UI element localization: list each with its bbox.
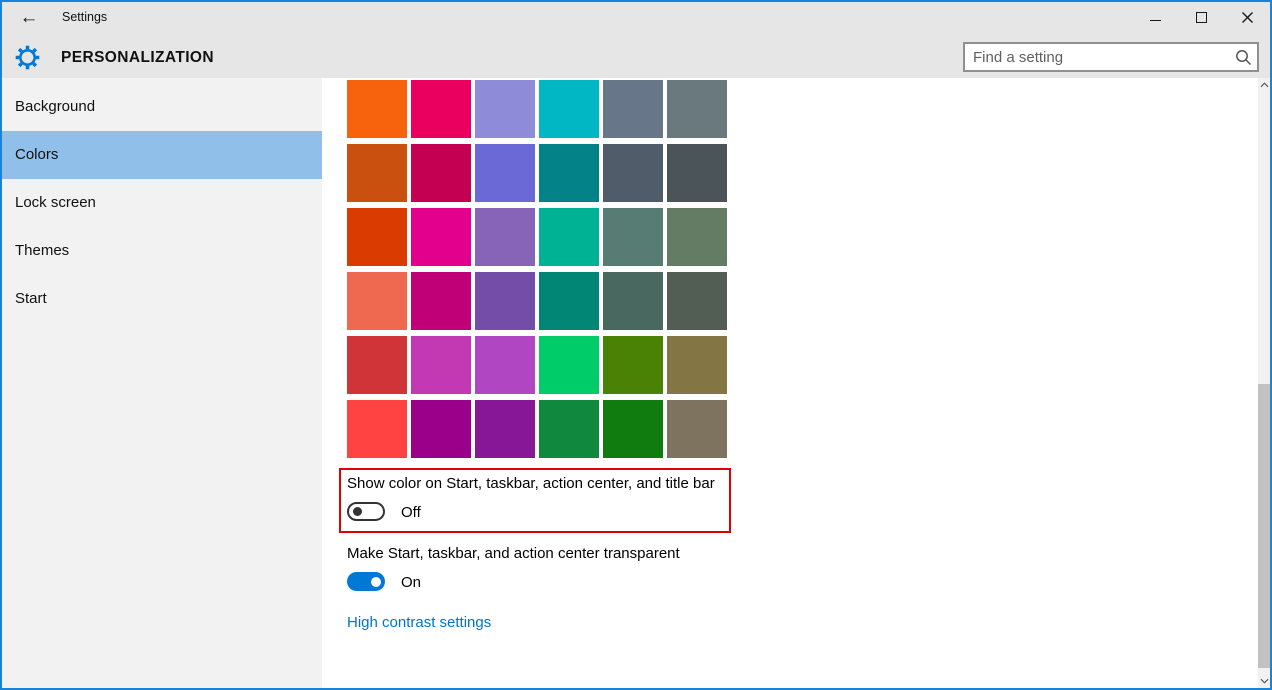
color-tile[interactable] <box>603 336 663 394</box>
search-icon[interactable] <box>1229 48 1257 67</box>
color-tile[interactable] <box>667 80 727 138</box>
color-tile[interactable] <box>347 400 407 458</box>
vertical-scrollbar[interactable] <box>1258 78 1270 688</box>
maximize-icon <box>1195 11 1207 23</box>
chevron-up-icon <box>1259 82 1269 88</box>
main-content: Show color on Start, taskbar, action cen… <box>322 78 1259 688</box>
toggle-knob <box>353 507 362 516</box>
color-tile[interactable] <box>475 144 535 202</box>
sidebar-item-background[interactable]: Background <box>2 83 322 131</box>
color-tile[interactable] <box>539 400 599 458</box>
minimize-icon <box>1149 19 1161 21</box>
color-tile[interactable] <box>539 272 599 330</box>
sidebar-item-lock-screen[interactable]: Lock screen <box>2 179 322 227</box>
gear-icon <box>14 44 41 76</box>
color-tile[interactable] <box>347 208 407 266</box>
color-tile[interactable] <box>411 336 471 394</box>
color-tile[interactable] <box>603 208 663 266</box>
color-tile[interactable] <box>667 144 727 202</box>
color-tile[interactable] <box>603 144 663 202</box>
sidebar-item-start[interactable]: Start <box>2 275 322 323</box>
color-tile[interactable] <box>475 80 535 138</box>
color-tile[interactable] <box>667 400 727 458</box>
color-tile[interactable] <box>539 80 599 138</box>
color-tile[interactable] <box>475 336 535 394</box>
close-icon <box>1241 11 1253 23</box>
maximize-button[interactable] <box>1178 2 1224 32</box>
color-tile[interactable] <box>539 208 599 266</box>
color-tile[interactable] <box>347 272 407 330</box>
color-tile[interactable] <box>603 400 663 458</box>
transparency-label: Make Start, taskbar, and action center t… <box>347 545 680 562</box>
transparency-state: On <box>401 574 422 591</box>
color-tile[interactable] <box>411 208 471 266</box>
show-color-label: Show color on Start, taskbar, action cen… <box>347 475 715 492</box>
transparency-toggle[interactable] <box>347 572 385 591</box>
color-tile[interactable] <box>411 272 471 330</box>
back-button[interactable]: ← <box>12 4 46 32</box>
scroll-down-button[interactable] <box>1258 674 1270 688</box>
header: ← Settings PERSONALIZATION Find a settin… <box>2 2 1270 78</box>
search-input[interactable] <box>965 44 1229 70</box>
window-title: Settings <box>62 10 108 24</box>
color-tile[interactable] <box>411 144 471 202</box>
toggle-knob <box>371 576 381 587</box>
color-tile[interactable] <box>667 272 727 330</box>
color-tile[interactable] <box>603 80 663 138</box>
color-tile[interactable] <box>475 208 535 266</box>
close-button[interactable] <box>1224 2 1270 32</box>
color-tile[interactable] <box>411 400 471 458</box>
sidebar-item-themes[interactable]: Themes <box>2 227 322 275</box>
search-box <box>963 42 1259 72</box>
high-contrast-settings-link[interactable]: High contrast settings <box>347 614 491 631</box>
color-tile[interactable] <box>539 144 599 202</box>
color-tile[interactable] <box>603 272 663 330</box>
settings-window: ← Settings PERSONALIZATION Find a settin… <box>0 0 1272 690</box>
back-arrow-icon: ← <box>19 7 39 28</box>
color-tile[interactable] <box>539 336 599 394</box>
color-tile[interactable] <box>667 336 727 394</box>
scroll-up-button[interactable] <box>1258 78 1270 92</box>
caption-buttons <box>1132 2 1270 32</box>
sidebar-nav: Background Colors Lock screen Themes Start <box>2 78 322 688</box>
show-color-toggle[interactable] <box>347 502 385 521</box>
show-color-state: Off <box>401 504 421 521</box>
color-grid <box>347 80 727 458</box>
minimize-button[interactable] <box>1132 2 1178 32</box>
color-tile[interactable] <box>475 272 535 330</box>
sidebar-item-colors[interactable]: Colors <box>2 131 322 179</box>
page-title: PERSONALIZATION <box>61 49 214 66</box>
color-tile[interactable] <box>475 400 535 458</box>
color-tile[interactable] <box>411 80 471 138</box>
chevron-down-icon <box>1259 678 1269 684</box>
color-tile[interactable] <box>347 80 407 138</box>
color-tile[interactable] <box>667 208 727 266</box>
color-tile[interactable] <box>347 336 407 394</box>
color-tile[interactable] <box>347 144 407 202</box>
scrollbar-thumb[interactable] <box>1258 384 1270 668</box>
